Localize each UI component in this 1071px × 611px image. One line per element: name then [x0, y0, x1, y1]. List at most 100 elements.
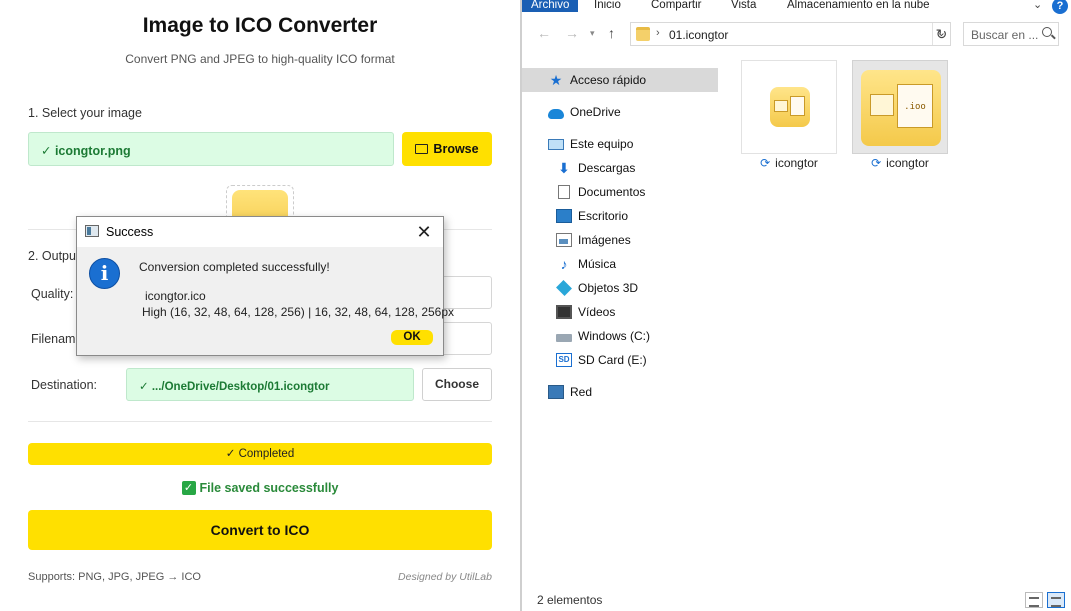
png-file-icon [770, 87, 810, 127]
dialog-title: Success [106, 225, 154, 239]
ribbon-tab-compartir[interactable]: Compartir [651, 0, 701, 12]
app-subtitle: Convert PNG and JPEG to high-quality ICO… [125, 52, 395, 66]
nav-item-pictures[interactable]: Imágenes [556, 228, 631, 252]
pictures-icon [556, 233, 572, 247]
browse-label: Browse [433, 142, 479, 156]
address-bar[interactable]: › 01.icongtor ⌄ [630, 22, 951, 46]
ribbon-tab-vista[interactable]: Vista [731, 0, 756, 12]
ico-file-icon: .ioo [861, 70, 941, 146]
folder-icon [415, 144, 429, 154]
step1-label: 1. Select your image [28, 106, 142, 120]
file-caption: ⟳ icongtor [741, 156, 837, 170]
nav-item-downloads[interactable]: ⬇ Descargas [556, 156, 635, 180]
choose-button[interactable]: Choose [422, 368, 492, 401]
downloads-icon: ⬇ [558, 160, 570, 176]
nav-item-label: Escritorio [578, 209, 629, 223]
file-name: icongtor [775, 156, 818, 170]
ribbon-tab-inicio[interactable]: Inicio [594, 0, 621, 12]
supports-label: Supports: PNG, JPG, JPEG → ICO [28, 571, 201, 583]
forward-arrow-icon[interactable]: → [565, 25, 579, 41]
ribbon-collapse-icon[interactable]: ⌄ [1033, 0, 1042, 11]
nav-item-onedrive[interactable]: OneDrive [548, 100, 621, 124]
videos-icon [556, 305, 572, 319]
sd-card-icon: SD [556, 353, 572, 367]
nav-item-this-pc[interactable]: Este equipo [548, 132, 633, 156]
nav-item-label: Red [570, 385, 593, 399]
nav-item-label: Vídeos [578, 305, 616, 319]
details-view-icon[interactable] [1025, 592, 1043, 608]
nav-item-desktop[interactable]: Escritorio [556, 204, 628, 228]
document-icon [790, 96, 805, 116]
address-path: 01.icongtor [669, 28, 729, 42]
app-title: Image to ICO Converter [142, 14, 378, 37]
nav-item-label: Este equipo [570, 137, 634, 151]
network-icon [548, 385, 564, 399]
file-explorer-window: Archivo Inicio Compartir Vista Almacenam… [520, 0, 1071, 611]
filename-label: Filename [31, 332, 83, 346]
nav-item-3d-objects[interactable]: Objetos 3D [556, 276, 638, 300]
file-name: icongtor [886, 156, 929, 170]
ico-document-icon: .ioo [897, 84, 933, 128]
nav-item-label: OneDrive [570, 105, 621, 119]
nav-item-videos[interactable]: Vídeos [556, 300, 615, 324]
sync-icon: ⟳ [760, 156, 771, 170]
nav-item-label: Documentos [578, 185, 646, 199]
documents-icon [558, 185, 570, 199]
convert-button[interactable]: Convert to ICO [28, 510, 492, 550]
chevron-right-icon: › [656, 27, 660, 39]
this-pc-icon [548, 138, 564, 150]
search-placeholder: Buscar en ... [971, 28, 1039, 42]
nav-item-music[interactable]: ♪ Música [556, 252, 617, 276]
ribbon: Archivo Inicio Compartir Vista Almacenam… [522, 0, 1071, 14]
dialog-file-name: icongtor.ico [145, 289, 206, 303]
step2-label: 2. Output [28, 249, 80, 263]
destination-field: ✓ .../OneDrive/Desktop/01.icongtor [126, 368, 414, 401]
dialog-sizes: High (16, 32, 48, 64, 128, 256) | 16, 32… [142, 305, 455, 319]
navigation-pane: ★ Acceso rápido OneDrive Este equipo ⬇ D… [522, 62, 722, 582]
window-icon [85, 225, 99, 237]
large-icons-view-icon[interactable] [1047, 592, 1065, 608]
nav-item-label: Acceso rápido [570, 73, 647, 87]
nav-item-label: Imágenes [578, 233, 631, 247]
ok-button[interactable]: OK [391, 330, 433, 345]
nav-item-label: Windows (C:) [578, 329, 651, 343]
designed-by-label: Designed by UtilLab [398, 571, 492, 583]
search-input[interactable]: Buscar en ... [963, 22, 1059, 46]
recent-locations-icon[interactable]: ▾ [590, 28, 595, 39]
nav-item-sd-card[interactable]: SD SD Card (E:) [556, 348, 647, 372]
nav-item-documents[interactable]: Documentos [556, 180, 645, 204]
quality-label: Quality: [31, 287, 74, 301]
desktop-icon [556, 209, 572, 223]
dialog-message: Conversion completed successfully! [139, 260, 330, 274]
up-arrow-icon[interactable]: ↑ [608, 25, 615, 41]
help-icon[interactable]: ? [1052, 0, 1068, 14]
file-caption: ⟳ icongtor [852, 156, 948, 170]
section-divider [28, 421, 492, 422]
success-dialog: Success ✕ i Conversion completed success… [76, 216, 454, 356]
destination-label: Destination: [31, 378, 98, 392]
saved-status: ✓ File saved successfully [0, 481, 520, 495]
ribbon-tab-archivo[interactable]: Archivo [522, 0, 579, 12]
back-arrow-icon[interactable]: ← [537, 25, 551, 41]
sync-icon: ⟳ [871, 156, 882, 170]
nav-item-label: SD Card (E:) [578, 353, 647, 367]
onedrive-icon [548, 108, 564, 119]
photo-icon [870, 94, 894, 116]
nav-item-drive-c[interactable]: Windows (C:) [556, 324, 650, 348]
3d-objects-icon [556, 280, 572, 296]
file-thumbnail: .ioo [852, 60, 948, 154]
browse-button[interactable]: Browse [402, 132, 492, 166]
info-icon: i [89, 258, 120, 289]
saved-label: File saved successfully [199, 481, 339, 495]
folder-icon [636, 27, 650, 41]
nav-item-label: Descargas [578, 161, 636, 175]
nav-item-network[interactable]: Red [548, 380, 592, 404]
checkmark-icon: ✓ [181, 481, 196, 495]
ribbon-tab-cloud[interactable]: Almacenamiento en la nube [787, 0, 930, 12]
music-icon: ♪ [560, 256, 568, 272]
nav-item-quick-access[interactable]: ★ Acceso rápido [522, 68, 718, 92]
close-icon[interactable]: ✕ [413, 221, 435, 243]
dialog-titlebar: Success ✕ [77, 217, 443, 247]
nav-item-label: Música [578, 257, 617, 271]
refresh-icon[interactable]: ↻ [932, 23, 950, 45]
